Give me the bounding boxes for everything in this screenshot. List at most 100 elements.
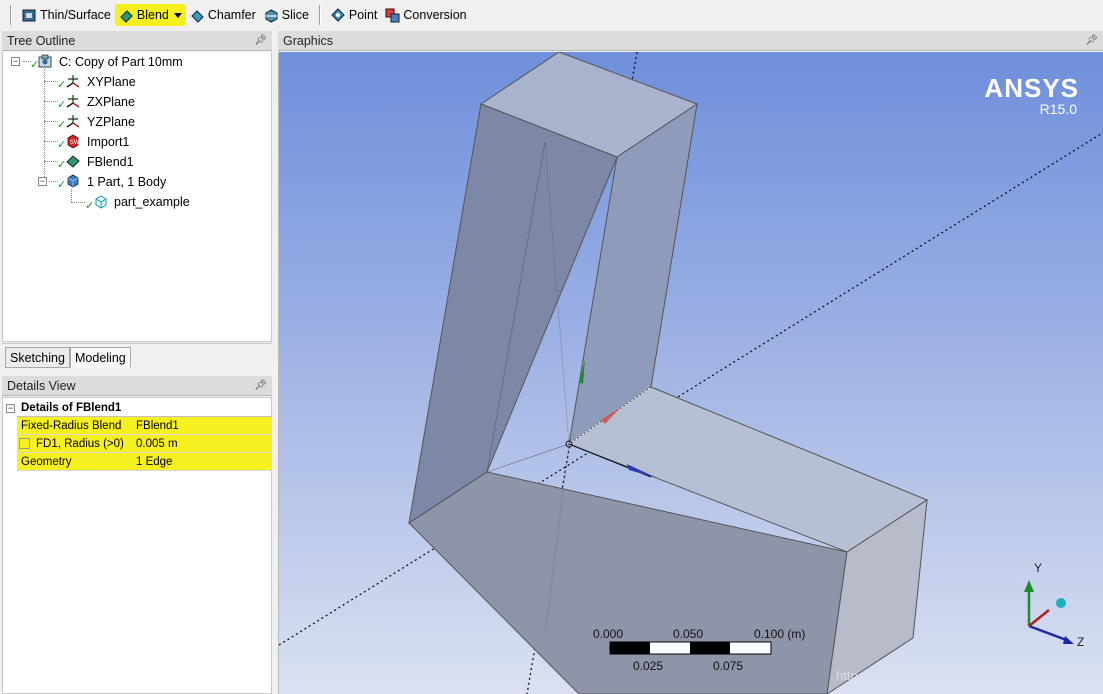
tree-item-label: YZPlane [87,115,135,129]
property-name: Geometry [17,453,132,470]
details-section-header: Details of FBlend1 [17,399,272,417]
solid-body-icon [95,195,107,209]
slice-button[interactable]: Slice [260,4,313,26]
point-icon [331,7,345,22]
watermark: http [836,668,858,683]
scale-bar [609,641,772,655]
ansys-logo: ANSYS R15.0 [984,74,1079,116]
property-name: Fixed-Radius Blend [17,417,132,434]
scale-label: 0.075 [713,659,744,673]
checkmark-icon: ✓ [57,159,67,171]
blend-icon [120,9,133,23]
import-icon: SW [67,134,80,148]
plane-axes-icon [66,75,80,88]
pin-icon[interactable]: 📌︎ [254,380,267,391]
scale-label: 0.100 (m) [754,627,806,641]
tree-connector [44,141,58,142]
tree-item-label: part_example [114,195,190,209]
tab-sketching[interactable]: Sketching [5,347,70,368]
tree-item-root[interactable]: C: Copy of Part 10mm [59,53,183,71]
dropdown-arrow-icon[interactable] [173,12,182,18]
toolbar-separator [10,5,12,25]
collapse-toggle-icon[interactable]: − [6,404,15,413]
parameter-checkbox[interactable] [19,438,30,449]
tree-item-parts[interactable]: 1 Part, 1 Body [87,173,166,191]
tree-outline-title: Tree Outline [7,33,76,48]
pin-icon[interactable]: 📌︎ [1085,35,1098,46]
tab-sketching-label: Sketching [10,350,65,365]
point-label: Point [348,8,378,22]
tree-connector [71,189,72,202]
mode-tabs: Sketching Modeling [2,343,272,369]
tree-item-fblend1[interactable]: FBlend1 [87,153,134,171]
plane-axes-icon [66,95,80,108]
thin-surface-label: Thin/Surface [40,8,111,22]
ansys-brand: ANSYS [984,73,1079,103]
tree-connector [44,69,45,181]
details-row-blend[interactable]: Fixed-Radius Blend FBlend1 [17,417,272,435]
model-view[interactable] [279,52,1103,694]
checkmark-icon: ✓ [57,99,67,111]
tab-modeling-label: Modeling [75,350,126,365]
details-view-header: Details View 📌︎ [2,376,272,396]
tree-item-label: XYPlane [87,75,136,89]
part-file-icon [38,54,52,68]
details-section-title: Details of FBlend1 [21,401,122,414]
chamfer-button[interactable]: Chamfer [186,4,260,26]
tree-connector [44,81,58,82]
checkmark-icon: ✓ [85,200,95,212]
pin-icon[interactable]: 📌︎ [254,35,267,46]
tree-item-zxplane[interactable]: ZXPlane [87,93,135,111]
blend-button[interactable]: Blend [114,4,186,26]
tree-item-label: C: Copy of Part 10mm [59,55,183,69]
conversion-icon [385,8,400,22]
thin-surface-icon [22,9,36,21]
tab-modeling[interactable]: Modeling [70,347,131,368]
chamfer-icon [191,9,204,23]
details-row-radius[interactable]: FD1, Radius (>0) 0.005 m [17,435,272,453]
axis-label-z: Z [1077,635,1085,649]
l-shaped-part-body[interactable] [408,52,929,694]
blend-label: Blend [136,8,169,22]
scale-label: 0.025 [633,659,664,673]
checkmark-icon: ✓ [57,179,67,191]
checkmark-icon: ✓ [57,79,67,91]
modeling-toolbar: Thin/Surface Blend Chamfer Slice Point C… [0,0,1103,30]
collapse-toggle-icon[interactable]: − [38,177,47,186]
tree-item-yzplane[interactable]: YZPlane [87,113,135,131]
slice-label: Slice [281,8,309,22]
axis-label-y: Y [1034,561,1043,575]
conversion-label: Conversion [403,8,467,22]
tree-connector [44,161,58,162]
thin-surface-button[interactable]: Thin/Surface [18,4,115,26]
details-row-geometry[interactable]: Geometry 1 Edge [17,453,272,471]
coordinate-triad [1024,580,1074,644]
graphics-viewport[interactable]: ANSYS R15.0 0.000 0.050 0.100 (m) 0.025 … [278,52,1103,694]
chamfer-label: Chamfer [207,8,256,22]
graphics-header: Graphics 📌︎ [278,31,1103,51]
tree-item-import1[interactable]: Import1 [87,133,129,151]
blend-icon [66,155,80,168]
tree-outline-header: Tree Outline 📌︎ [2,31,272,51]
graphics-title: Graphics [283,33,334,48]
tree-item-label: ZXPlane [87,95,135,109]
toolbar-separator [318,5,321,25]
tree-item-label: 1 Part, 1 Body [87,175,167,189]
tree-item-part-example[interactable]: part_example [114,193,190,211]
property-value[interactable]: 1 Edge [132,453,272,470]
conversion-button[interactable]: Conversion [381,4,470,26]
parts-icon [67,174,79,188]
property-value[interactable]: FBlend1 [132,417,272,434]
tree-connector [44,101,58,102]
property-value[interactable]: 0.005 m [132,435,272,452]
property-name-cell: FD1, Radius (>0) [17,435,132,452]
collapse-toggle-icon[interactable]: − [11,57,20,66]
svg-text:SW: SW [70,139,80,146]
checkmark-icon: ✓ [57,139,67,151]
scale-label: 0.000 [593,627,624,641]
tree-item-xyplane[interactable]: XYPlane [87,73,136,91]
point-button[interactable]: Point [327,4,382,26]
ansys-version: R15.0 [1039,101,1077,117]
tree-outline: − ✓ C: Copy of Part 10mm ✓ XYPlane ✓ ZXP… [2,52,272,342]
tree-connector [71,202,85,203]
